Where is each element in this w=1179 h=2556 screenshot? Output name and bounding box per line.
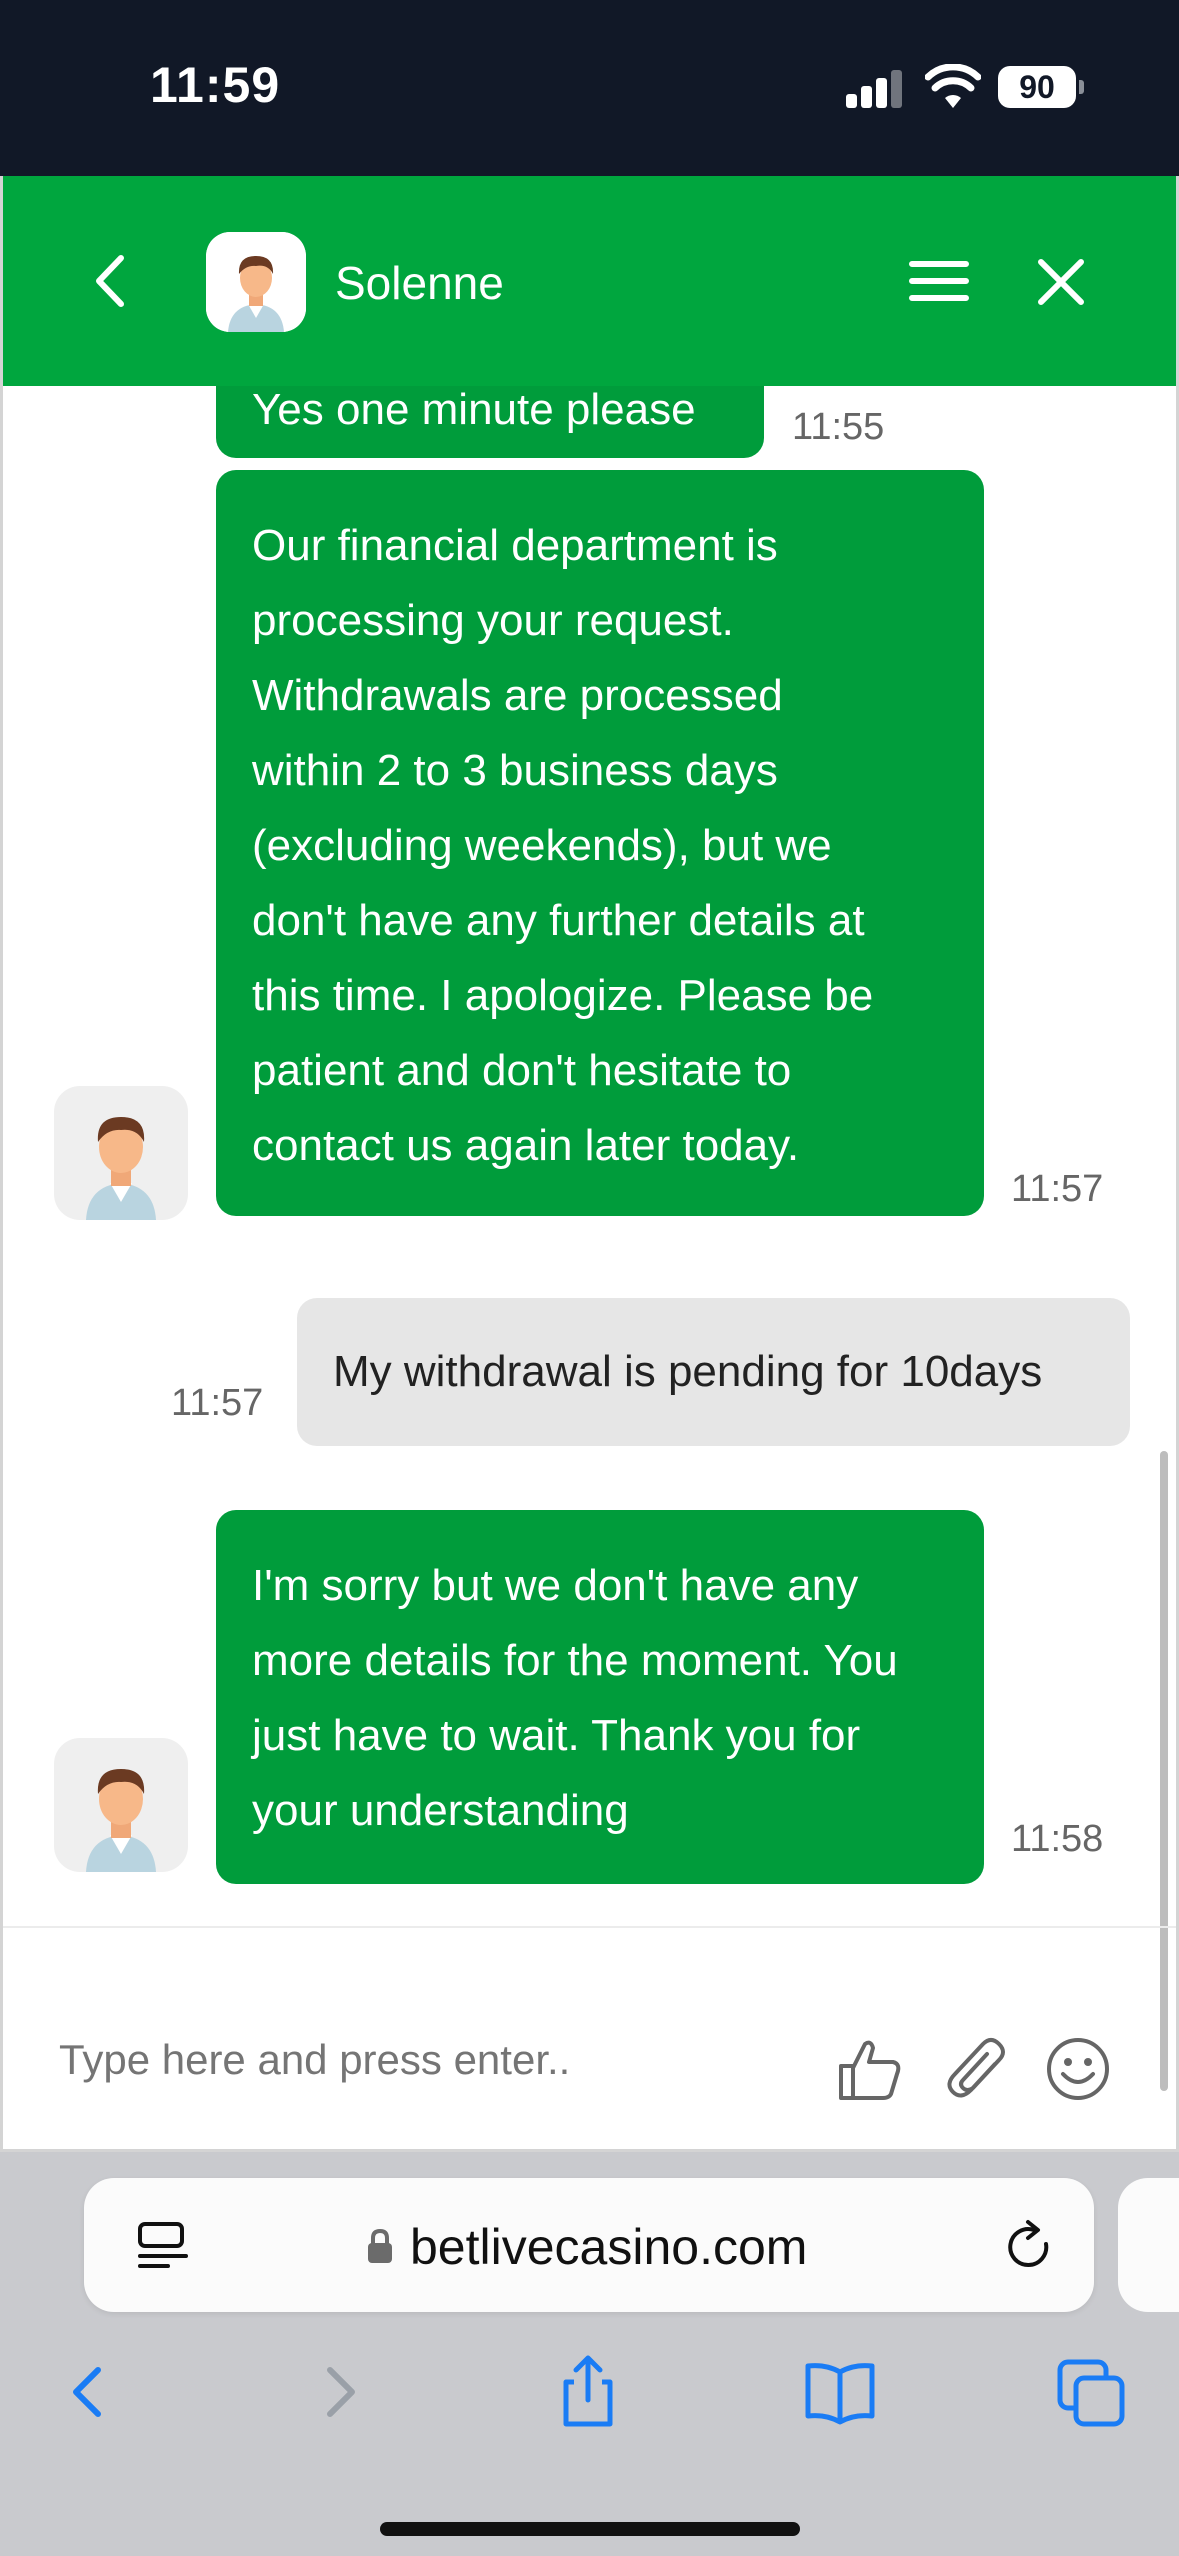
address-bar[interactable]: betlivecasino.com <box>84 2178 1094 2312</box>
message-line: don't have any further details at <box>252 896 865 945</box>
browser-toolbar: betlivecasino.com <box>0 2152 1179 2556</box>
home-indicator <box>380 2522 800 2536</box>
message-text: Yes one minute please <box>252 386 696 434</box>
reader-icon[interactable] <box>134 2220 192 2276</box>
message-time: 11:55 <box>792 406 885 448</box>
forward-icon <box>327 2367 355 2417</box>
paperclip-icon[interactable] <box>943 2034 1013 2104</box>
message-time: 11:57 <box>1011 1168 1104 1210</box>
bookmarks-icon[interactable] <box>800 2352 880 2432</box>
divider <box>3 1926 1176 1928</box>
message-line: contact us again later today. <box>252 1121 800 1170</box>
message-line: this time. I apologize. Please be <box>252 971 874 1020</box>
message-line: Withdrawals are processed <box>252 671 783 720</box>
message-line: Our financial department is <box>252 521 778 570</box>
back-icon[interactable] <box>83 246 143 316</box>
agent-avatar <box>54 1738 188 1872</box>
tabs-icon[interactable] <box>1052 2352 1132 2432</box>
message-line: within 2 to 3 business days <box>252 746 778 795</box>
message-line: more details for the moment. You <box>252 1636 898 1685</box>
status-bar: 11:59 90 <box>0 0 1179 176</box>
message-line: (excluding weekends), but we <box>252 821 832 870</box>
lock-icon <box>368 2228 392 2263</box>
agent-avatar <box>54 1086 188 1220</box>
message-input[interactable] <box>59 2036 779 2084</box>
message-line: I'm sorry but we don't have any <box>252 1561 859 1610</box>
user-message: My withdrawal is pending for 10days <box>297 1298 1130 1446</box>
scrollbar[interactable] <box>1160 1451 1168 2091</box>
message-line: your understanding <box>252 1786 629 1835</box>
smiley-icon[interactable] <box>1043 2034 1113 2104</box>
chat-header: Solenne <box>3 176 1176 386</box>
back-icon[interactable] <box>48 2352 128 2432</box>
wifi-icon <box>925 64 981 108</box>
battery-indicator: 90 <box>998 66 1084 108</box>
signal-icon <box>846 70 902 108</box>
share-icon[interactable] <box>548 2352 628 2432</box>
status-time: 11:59 <box>150 57 281 113</box>
agent-message: Our financial department is processing y… <box>216 470 984 1216</box>
message-time: 11:58 <box>1011 1818 1104 1860</box>
agent-message: Yes one minute please <box>216 386 764 458</box>
agent-message: I'm sorry but we don't have any more det… <box>216 1510 984 1884</box>
message-line: processing your request. <box>252 596 734 645</box>
menu-icon[interactable] <box>908 256 970 306</box>
close-icon[interactable] <box>1033 254 1089 310</box>
next-tab-peek[interactable] <box>1118 2178 1179 2312</box>
chat-widget: Solenne Yes one minute please 11:55 Our … <box>0 176 1179 2152</box>
message-list[interactable]: Yes one minute please 11:55 Our financia… <box>3 386 1176 1926</box>
message-line: patient and don't hesitate to <box>252 1046 792 1095</box>
message-text: My withdrawal is pending for 10days <box>333 1347 1043 1396</box>
url-text: betlivecasino.com <box>410 2219 808 2275</box>
agent-name: Solenne <box>335 257 504 309</box>
message-line: just have to wait. Thank you for <box>252 1711 861 1760</box>
reload-icon[interactable] <box>1002 2218 1060 2276</box>
agent-avatar <box>206 232 306 332</box>
message-time: 11:57 <box>171 1382 264 1424</box>
thumbs-up-icon[interactable] <box>835 2034 905 2104</box>
